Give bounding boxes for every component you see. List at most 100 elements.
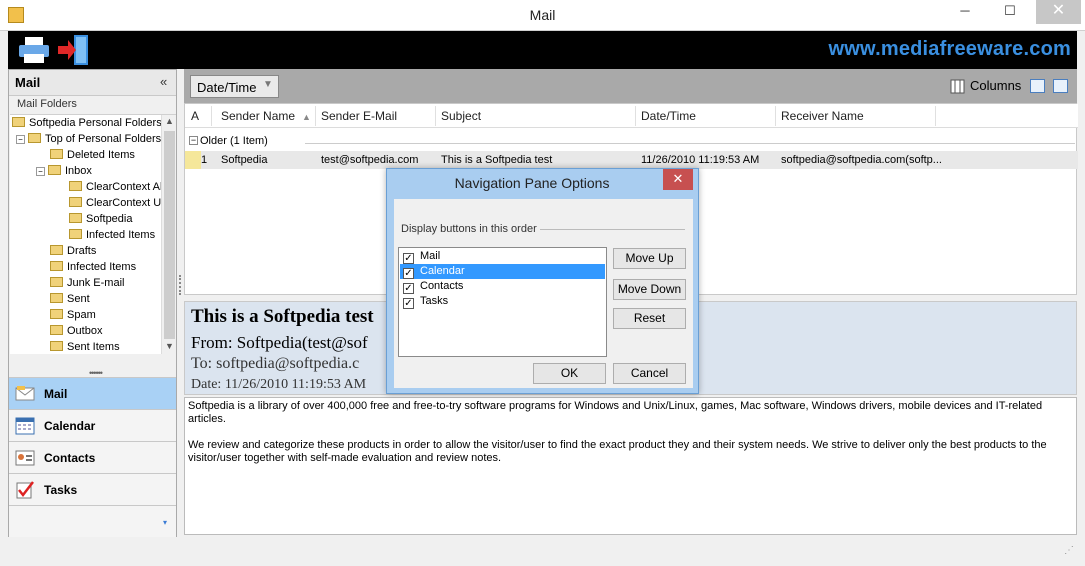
preview-body[interactable]: Softpedia is a library of over 400,000 f…: [184, 397, 1077, 535]
resize-grip-icon[interactable]: ⋰: [1064, 545, 1074, 556]
nav-button-calendar[interactable]: Calendar: [9, 409, 176, 441]
tree-item[interactable]: Sent: [50, 291, 90, 307]
tree-item[interactable]: − Top of Personal Folders: [16, 131, 161, 147]
printer-icon[interactable]: [18, 36, 50, 64]
vertical-splitter[interactable]: [179, 275, 181, 295]
preview-from: From: Softpedia(test@sof: [191, 333, 368, 352]
preview-paragraph: We review and categorize these products …: [188, 439, 1047, 464]
table-row[interactable]: 1 Softpedia test@softpedia.com This is a…: [185, 151, 1078, 169]
tree-item[interactable]: ClearContext U: [69, 195, 161, 211]
tree-item[interactable]: Softpedia: [69, 211, 132, 227]
collapse-all-icon[interactable]: [1030, 79, 1045, 93]
folder-icon: [50, 325, 63, 335]
group-divider: [305, 143, 1075, 144]
column-header-sender-email[interactable]: Sender E-Mail: [321, 109, 397, 123]
banner: www.mediafreeware.com: [8, 31, 1077, 69]
tree-item[interactable]: Spam: [50, 307, 96, 323]
scrollbar-thumb[interactable]: [164, 131, 175, 339]
list-item-tasks[interactable]: ✓ Tasks: [400, 294, 605, 309]
collapse-pane-button[interactable]: «: [160, 74, 167, 89]
column-header-receiver-name[interactable]: Receiver Name: [781, 109, 864, 123]
tree-item[interactable]: ClearContext Al: [69, 179, 162, 195]
tasks-icon: [16, 481, 34, 499]
dialog-title: Navigation Pane Options: [454, 175, 610, 191]
dialog-close-button[interactable]: ✕: [663, 169, 693, 190]
tree-item[interactable]: Drafts: [50, 243, 96, 259]
tree-item[interactable]: Infected Items: [50, 259, 136, 275]
column-header-datetime[interactable]: Date/Time: [641, 109, 696, 123]
cancel-button[interactable]: Cancel: [613, 363, 686, 384]
folder-icon: [50, 341, 63, 351]
move-up-button[interactable]: Move Up: [613, 248, 686, 269]
close-button[interactable]: ✕: [1036, 0, 1081, 24]
tree-item[interactable]: Softpedia Personal Folders: [12, 115, 162, 131]
preview-paragraph: Softpedia is a library of over 400,000 f…: [188, 400, 1043, 425]
move-down-button[interactable]: Move Down: [613, 279, 686, 300]
column-header-sender-name[interactable]: Sender Name: [221, 109, 295, 123]
calendar-icon: [15, 417, 35, 435]
column-header-attachment[interactable]: A: [191, 109, 199, 123]
preview-to: To: softpedia@softpedia.c: [191, 355, 360, 372]
display-order-label: Display buttons in this order: [401, 223, 537, 235]
button-order-list[interactable]: ✓ Mail ✓ Calendar ✓ Contacts ✓ Tasks: [398, 247, 607, 357]
pane-header: Mail «: [9, 70, 176, 96]
title-bar: Mail ─ ☐ ✕: [0, 0, 1085, 31]
tree-item[interactable]: Outbox: [50, 323, 102, 339]
folder-icon: [12, 117, 25, 127]
folder-icon: [28, 133, 41, 143]
column-header-subject[interactable]: Subject: [441, 109, 481, 123]
folder-icon: [69, 181, 82, 191]
expand-toggle-icon[interactable]: −: [16, 135, 25, 144]
pane-title: Mail: [15, 75, 41, 90]
minimize-button[interactable]: ─: [948, 0, 982, 24]
preview-date: Date: 11/26/2010 11:19:53 AM: [191, 377, 367, 392]
nav-button-contacts[interactable]: Contacts: [9, 441, 176, 473]
navigation-pane-options-dialog: Navigation Pane Options ✕ Display button…: [386, 168, 699, 394]
folder-icon: [50, 149, 63, 159]
folder-icon: [50, 293, 63, 303]
nav-overflow-icon[interactable]: ▾: [163, 518, 167, 527]
folders-label: Mail Folders: [17, 98, 77, 110]
folder-icon: [50, 309, 63, 319]
list-item-contacts[interactable]: ✓ Contacts: [400, 279, 605, 294]
group-row[interactable]: − Older (1 Item): [185, 133, 1078, 149]
checkbox[interactable]: ✓: [403, 283, 414, 294]
tree-item[interactable]: Junk E-mail: [50, 275, 124, 291]
contacts-icon: [15, 450, 35, 466]
checkbox[interactable]: ✓: [403, 253, 414, 264]
folder-icon: [69, 229, 82, 239]
scroll-down-icon[interactable]: ▼: [165, 341, 174, 351]
nav-button-tasks[interactable]: Tasks: [9, 473, 176, 505]
window-title: Mail: [529, 7, 556, 23]
group-by-bar: Date/Time ▼ Columns: [184, 69, 1077, 103]
reset-button[interactable]: Reset: [613, 308, 686, 329]
list-item-mail[interactable]: ✓ Mail: [400, 249, 605, 264]
ok-button[interactable]: OK: [533, 363, 606, 384]
group-collapse-icon[interactable]: −: [189, 136, 198, 145]
columns-icon: [950, 79, 965, 94]
scroll-up-icon[interactable]: ▲: [165, 116, 174, 126]
folder-tree[interactable]: Softpedia Personal Folders − Top of Perso…: [10, 114, 176, 354]
tree-item[interactable]: − Inbox: [36, 163, 92, 179]
tree-item[interactable]: Deleted Items: [50, 147, 135, 163]
expand-toggle-icon[interactable]: −: [36, 167, 45, 176]
nav-button-mail[interactable]: Mail: [9, 377, 176, 409]
columns-button[interactable]: Columns: [970, 78, 1021, 93]
tree-item[interactable]: Infected Items: [69, 227, 155, 243]
folder-icon: [50, 245, 63, 255]
banner-url[interactable]: www.mediafreeware.com: [829, 38, 1071, 61]
checkbox[interactable]: ✓: [403, 268, 414, 279]
navigation-pane: Mail « Mail Folders Softpedia Personal F…: [8, 69, 177, 537]
tree-scrollbar[interactable]: ▲ ▼: [161, 115, 176, 354]
folder-icon: [69, 213, 82, 223]
checkbox[interactable]: ✓: [403, 298, 414, 309]
group-by-chip[interactable]: Date/Time ▼: [190, 75, 279, 98]
folder-icon: [48, 165, 61, 175]
expand-all-icon[interactable]: [1053, 79, 1068, 93]
tree-item[interactable]: Sent Items: [50, 339, 120, 354]
exit-icon[interactable]: [56, 34, 90, 66]
maximize-button[interactable]: ☐: [993, 0, 1027, 24]
dialog-body: Display buttons in this order ✓ Mail ✓ Cal…: [394, 199, 693, 388]
list-item-calendar[interactable]: ✓ Calendar: [400, 264, 605, 279]
sort-ascending-icon: ▲: [302, 112, 311, 122]
